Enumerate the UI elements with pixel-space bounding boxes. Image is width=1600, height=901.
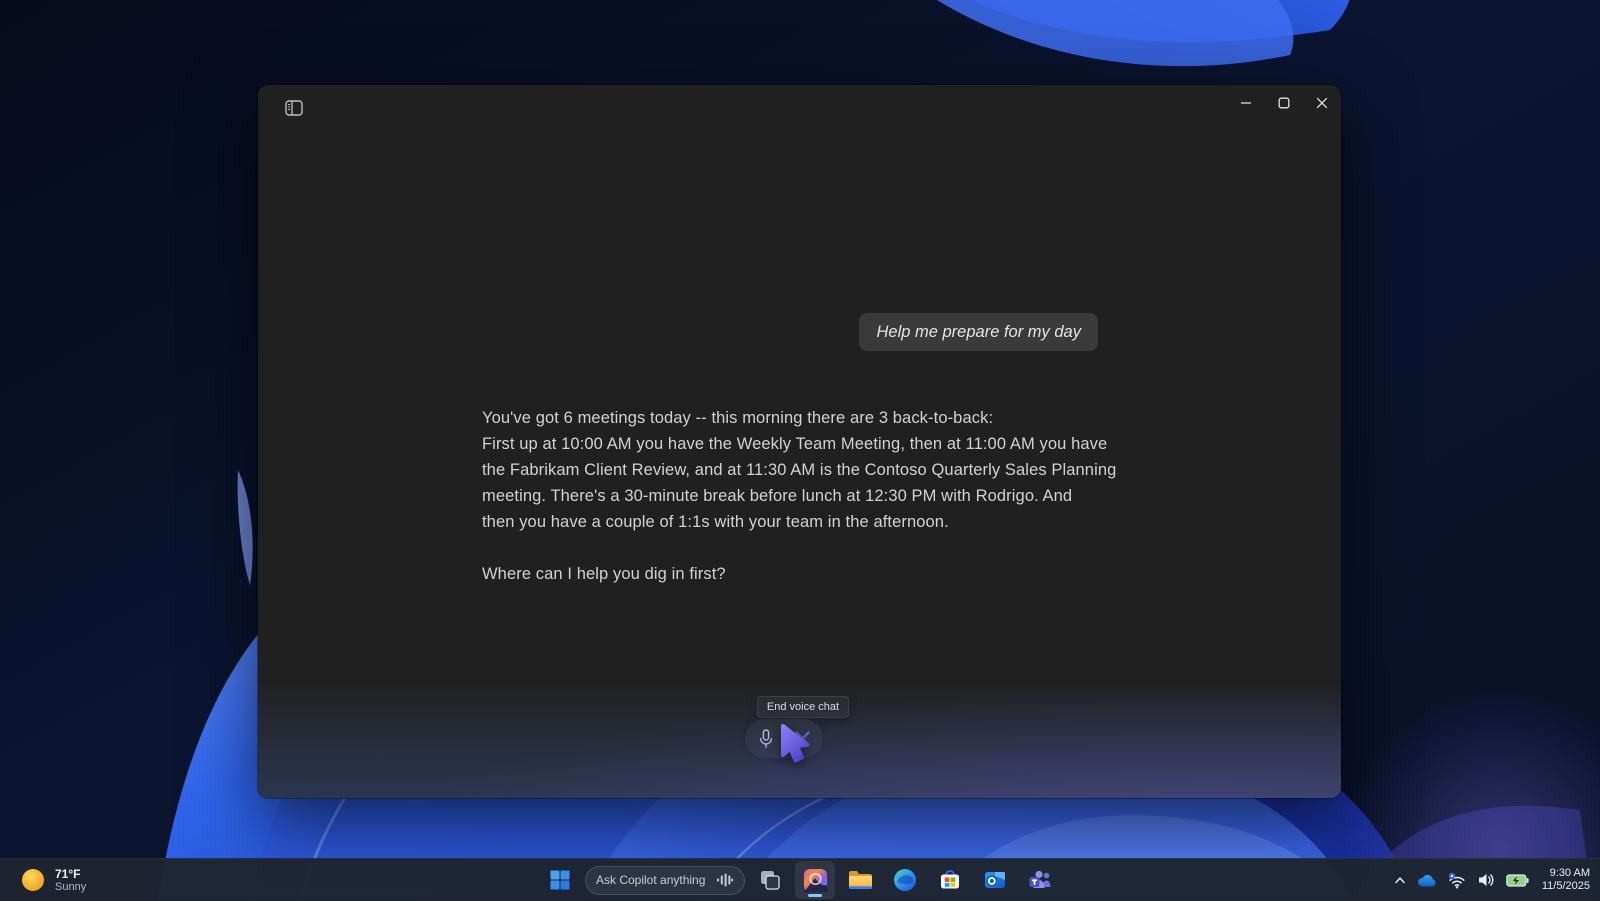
tray-time: 9:30 AM — [1542, 867, 1590, 880]
copilot-app-button[interactable] — [795, 861, 835, 899]
weather-temperature: 71°F — [55, 867, 86, 881]
teams-icon — [1028, 868, 1053, 892]
onedrive-button[interactable] — [1417, 874, 1437, 887]
microsoft-store-icon — [938, 868, 962, 892]
wifi-icon — [1448, 872, 1466, 889]
tray-date: 11/5/2025 — [1542, 880, 1590, 893]
sun-icon — [20, 867, 46, 893]
volume-icon — [1477, 872, 1495, 888]
assistant-line: meeting. There's a 30-minute break befor… — [482, 483, 1122, 509]
start-icon — [550, 870, 570, 890]
window-caption-buttons — [1227, 85, 1341, 121]
chevron-up-icon — [1394, 875, 1406, 885]
outlook-icon — [983, 868, 1007, 892]
tray-clock[interactable]: 9:30 AM 11/5/2025 — [1540, 867, 1590, 893]
system-tray: 9:30 AM 11/5/2025 — [1394, 859, 1590, 901]
taskbar: 71°F Sunny Ask Copilot anything — [0, 858, 1600, 901]
start-button[interactable] — [540, 861, 580, 899]
assistant-line: then you have a couple of 1:1s with your… — [482, 509, 1122, 535]
user-message-row: Help me prepare for my day — [482, 313, 1098, 351]
teams-button[interactable] — [1020, 861, 1060, 899]
maximize-icon — [1278, 97, 1290, 109]
assistant-line: First up at 10:00 AM you have the Weekly… — [482, 431, 1122, 457]
assistant-response: You've got 6 meetings today -- this morn… — [482, 405, 1122, 587]
sidebar-toggle-button[interactable] — [278, 93, 310, 123]
battery-button[interactable] — [1506, 874, 1529, 887]
network-button[interactable] — [1448, 872, 1466, 889]
assistant-line: the Fabrikam Client Review, and at 11:30… — [482, 457, 1122, 483]
waveform-icon[interactable] — [716, 872, 734, 888]
task-view-button[interactable] — [750, 861, 790, 899]
taskbar-center: Ask Copilot anything — [540, 859, 1060, 901]
tray-overflow-button[interactable] — [1394, 875, 1406, 885]
weather-condition: Sunny — [55, 881, 86, 894]
onedrive-icon — [1417, 874, 1437, 887]
weather-text: 71°F Sunny — [55, 867, 86, 894]
end-voice-chat-button[interactable] — [787, 724, 817, 754]
microphone-icon — [758, 729, 774, 749]
file-explorer-button[interactable] — [840, 861, 880, 899]
close-icon — [794, 730, 811, 747]
assistant-line — [482, 535, 1122, 561]
close-icon — [1316, 97, 1328, 109]
edge-icon — [893, 868, 917, 892]
assistant-line: Where can I help you dig in first? — [482, 561, 1122, 587]
task-view-icon — [759, 869, 781, 891]
end-voice-chat-tooltip: End voice chat — [757, 696, 849, 718]
active-app-indicator — [808, 894, 822, 897]
layout-sidebar-icon — [285, 100, 303, 116]
file-explorer-icon — [848, 870, 873, 891]
close-button[interactable] — [1303, 85, 1341, 121]
battery-icon — [1506, 874, 1529, 887]
desktop: { "copilot_window": { "titlebar": { "sid… — [0, 0, 1600, 900]
assistant-line: You've got 6 meetings today -- this morn… — [482, 405, 1122, 431]
microsoft-store-button[interactable] — [930, 861, 970, 899]
minimize-button[interactable] — [1227, 85, 1265, 121]
microphone-button[interactable] — [751, 724, 781, 754]
weather-widget[interactable]: 71°F Sunny — [12, 859, 94, 901]
minimize-icon — [1240, 97, 1252, 109]
search-box-text: Ask Copilot anything — [596, 873, 708, 887]
copilot-icon — [803, 868, 828, 893]
edge-button[interactable] — [885, 861, 925, 899]
volume-button[interactable] — [1477, 872, 1495, 888]
copilot-window: Help me prepare for my day You've got 6 … — [258, 85, 1341, 798]
maximize-button[interactable] — [1265, 85, 1303, 121]
user-message-bubble: Help me prepare for my day — [859, 313, 1098, 351]
voice-control-bar — [745, 719, 823, 758]
taskbar-search-box[interactable]: Ask Copilot anything — [585, 866, 745, 895]
outlook-button[interactable] — [975, 861, 1015, 899]
